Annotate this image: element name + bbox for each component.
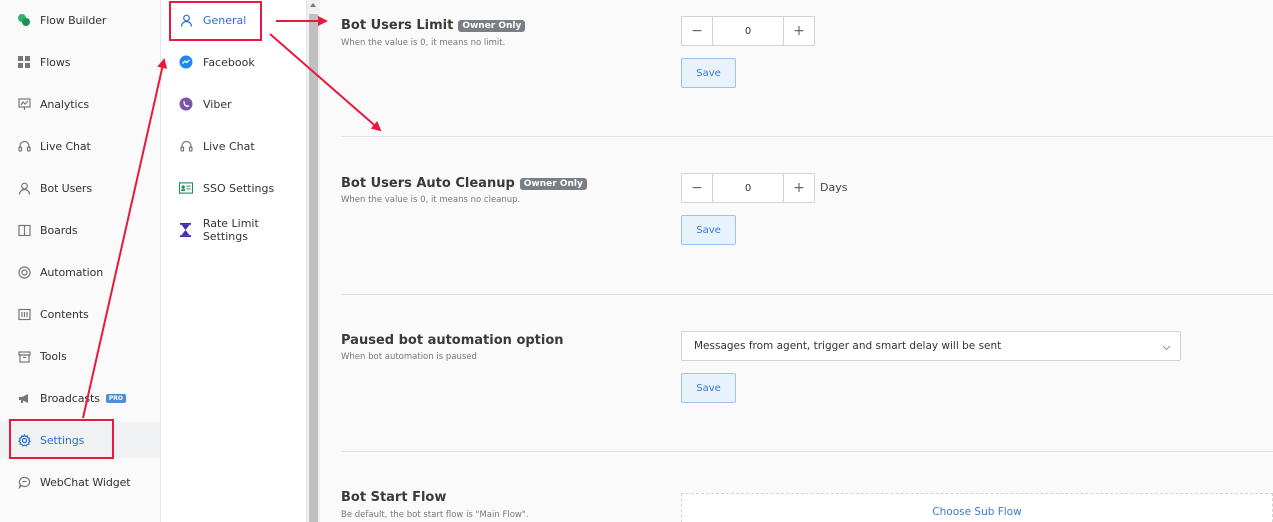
bot-users-limit-input[interactable]: 0 [712,17,784,45]
sidebar-item-tools[interactable]: Tools [0,338,160,374]
scrollbar[interactable] [307,0,320,522]
sidebar-item-analytics[interactable]: Analytics [0,86,160,122]
sidebar-item-label: Boards [40,223,78,237]
auto-cleanup-stepper[interactable]: − 0 + [681,173,815,203]
subnav-item-rate-limit-settings[interactable]: Rate Limit Settings [161,212,306,248]
increment-button[interactable]: + [784,174,814,202]
sidebar-item-label: Automation [40,265,104,279]
section-title-text: Bot Users Auto Cleanup [341,176,515,191]
days-unit-label: Days [820,181,848,194]
settings-subnav: General Facebook Viber Live Chat SSO Set… [161,0,307,522]
grid-icon [17,55,31,69]
sidebar-item-label: Bot Users [40,181,92,195]
decrement-button[interactable]: − [682,174,712,202]
auto-cleanup-input[interactable]: 0 [712,174,784,202]
start-flow-title: Bot Start Flow [341,490,446,505]
user-icon [17,181,31,195]
save-paused-option-button[interactable]: Save [681,373,736,403]
subnav-item-label: Live Chat [203,139,255,153]
settings-content: Bot Users Limit Owner Only When the valu… [320,0,1273,522]
subnav-item-sso-settings[interactable]: SSO Settings [161,170,306,206]
viber-icon [179,97,193,111]
subnav-item-label: General [203,13,247,27]
section-divider [341,136,1273,137]
bot-users-limit-title: Bot Users Limit Owner Only [341,18,526,33]
sidebar-item-label: Broadcasts [40,391,100,405]
sidebar-item-label: Flows [40,55,71,69]
tools-icon [17,349,31,363]
select-value: Messages from agent, trigger and smart d… [694,340,1002,352]
megaphone-icon [17,391,31,405]
auto-cleanup-desc: When the value is 0, it means no cleanup… [341,195,521,205]
sidebar-item-flows[interactable]: Flows [0,44,160,80]
section-title-text: Bot Start Flow [341,490,447,505]
chat-bubble-icon [17,475,31,489]
save-bot-users-limit-button[interactable]: Save [681,58,736,88]
paused-option-desc: When bot automation is paused [341,352,477,362]
owner-only-badge: Owner Only [458,19,526,32]
subnav-item-label: Viber [203,97,232,111]
subnav-item-facebook[interactable]: Facebook [161,44,306,80]
id-card-icon [179,181,193,195]
messenger-icon [179,55,193,69]
headset-icon [179,139,193,153]
subnav-item-general[interactable]: General [161,2,306,38]
paused-option-select[interactable]: Messages from agent, trigger and smart d… [681,331,1181,361]
pro-badge: PRO [105,393,126,403]
flow-builder-icon [17,13,31,27]
bot-users-limit-stepper[interactable]: − 0 + [681,16,815,46]
decrement-button[interactable]: − [682,17,712,45]
bot-users-limit-desc: When the value is 0, it means no limit. [341,38,506,48]
sidebar-item-automation[interactable]: Automation [0,254,160,290]
sidebar-item-label: WebChat Widget [40,475,131,489]
sidebar-item-label: Contents [40,307,89,321]
user-icon [179,13,193,27]
sidebar-item-label: Live Chat [40,139,91,153]
section-divider [341,294,1273,295]
sidebar-item-settings[interactable]: Settings [0,422,160,458]
headset-icon [17,139,31,153]
section-divider [341,451,1273,452]
sidebar-item-label: Settings [40,433,85,447]
subnav-item-live-chat[interactable]: Live Chat [161,128,306,164]
choose-sub-flow-link[interactable]: Choose Sub Flow [932,506,1021,522]
choose-sub-flow-box[interactable]: Choose Sub Flow [681,493,1273,522]
sidebar-item-live-chat[interactable]: Live Chat [0,128,160,164]
start-flow-desc: Be default, the bot start flow is "Main … [341,510,529,520]
subnav-item-label: Rate Limit Settings [202,217,259,243]
subnav-item-label: Facebook [203,55,255,69]
save-auto-cleanup-button[interactable]: Save [681,215,736,245]
sidebar-item-bot-users[interactable]: Bot Users [0,170,160,206]
sidebar-item-contents[interactable]: Contents [0,296,160,332]
subnav-item-viber[interactable]: Viber [161,86,306,122]
sidebar-item-label: Flow Builder [40,13,107,27]
owner-only-badge: Owner Only [519,177,587,190]
chevron-down-icon [1162,342,1171,354]
scrollbar-thumb[interactable] [309,14,318,522]
scroll-up-icon[interactable] [310,3,316,7]
section-title-text: Bot Users Limit [341,18,454,33]
main-sidebar: Flow Builder Flows Analytics Live Chat B… [0,0,161,522]
contents-icon [17,307,31,321]
analytics-icon [17,97,31,111]
sidebar-item-flow-builder[interactable]: Flow Builder [0,2,160,38]
automation-icon [17,265,31,279]
auto-cleanup-title: Bot Users Auto Cleanup Owner Only [341,176,587,191]
board-icon [17,223,31,237]
gear-icon [17,433,31,447]
sidebar-item-boards[interactable]: Boards [0,212,160,248]
hourglass-icon [179,223,193,237]
sidebar-item-broadcasts[interactable]: Broadcasts PRO [0,380,160,416]
increment-button[interactable]: + [784,17,814,45]
section-title-text: Paused bot automation option [341,333,564,348]
sidebar-item-webchat-widget[interactable]: WebChat Widget [0,464,160,500]
paused-option-title: Paused bot automation option [341,333,564,348]
sidebar-item-label: Analytics [40,97,90,111]
subnav-item-label: SSO Settings [203,181,275,195]
sidebar-item-label: Tools [40,349,67,363]
